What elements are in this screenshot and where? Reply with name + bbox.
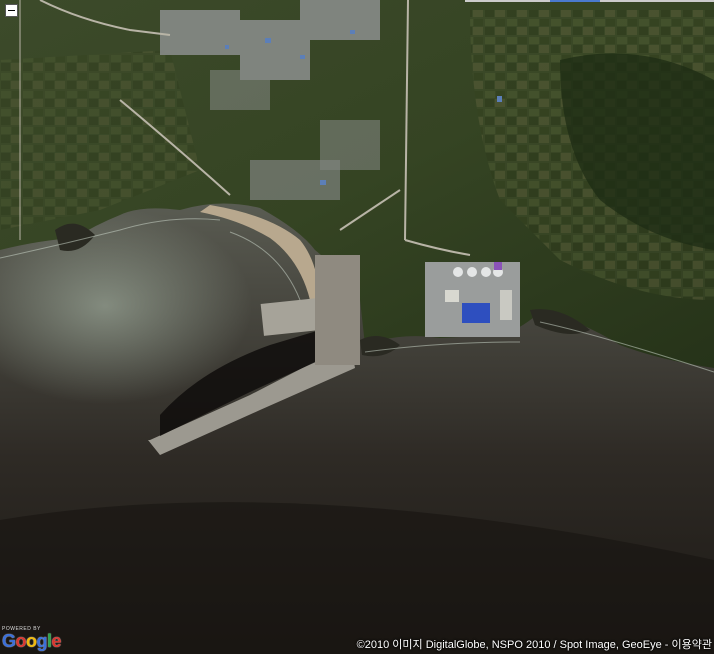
collapse-overview-button[interactable] — [5, 4, 18, 17]
terms-of-use-link[interactable]: 이용약관 — [672, 639, 712, 651]
logo-letter-o1: o — [15, 631, 27, 651]
minus-icon — [8, 10, 15, 11]
logo-letter-g: G — [2, 631, 16, 651]
logo-letter-g2: g — [36, 631, 48, 651]
google-wordmark: Google — [2, 631, 62, 651]
google-logo[interactable]: POWERED BY Google — [2, 626, 62, 651]
copyright-text: ©2010 이미지 DigitalGlobe, NSPO 2010 / Spot… — [356, 639, 669, 651]
logo-letter-e: e — [51, 631, 62, 651]
power-plant — [425, 262, 520, 337]
map-attribution: ©2010 이미지 DigitalGlobe, NSPO 2010 / Spot… — [357, 636, 712, 652]
satellite-map[interactable] — [0, 0, 714, 654]
imagery-loading-bar — [465, 0, 714, 2]
logo-letter-o2: o — [26, 631, 37, 651]
harbor-quay — [315, 255, 360, 365]
